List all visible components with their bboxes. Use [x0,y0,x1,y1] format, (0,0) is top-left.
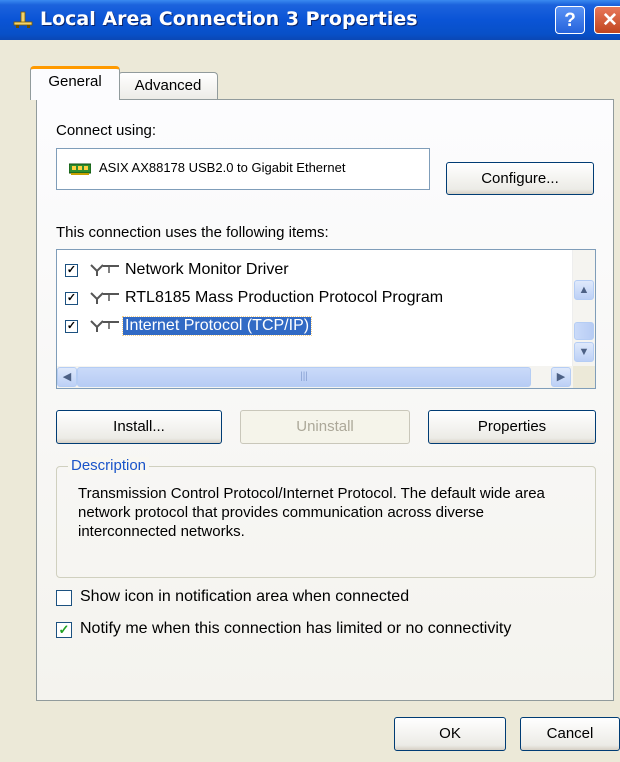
list-item[interactable]: ✓ Internet Protocol (TCP/IP) [65,316,545,339]
help-button[interactable]: ? [555,6,585,34]
item-label: Internet Protocol (TCP/IP) [121,316,313,336]
scroll-left-button[interactable]: ◀ [57,367,77,387]
network-adapter-icon [69,163,91,175]
item-checkbox[interactable]: ✓ [65,320,78,333]
properties-dialog: Local Area Connection 3 Properties ? ✕ G… [0,0,620,762]
items-label: This connection uses the following items… [56,224,329,241]
item-checkbox[interactable]: ✓ [65,292,78,305]
close-button[interactable]: ✕ [594,6,620,34]
vertical-scroll-thumb[interactable] [574,322,594,340]
list-item[interactable]: ✓ Network Monitor Driver [65,261,545,283]
show-icon-checkbox[interactable] [56,590,72,606]
network-component-icon [90,292,119,304]
connect-using-label: Connect using: [56,122,157,139]
install-button[interactable]: Install... [56,410,222,444]
description-text: Transmission Control Protocol/Internet P… [78,485,545,540]
show-icon-label: Show icon in notification area when conn… [80,588,410,605]
item-label: RTL8185 Mass Production Protocol Program [125,289,444,306]
title-bar[interactable]: Local Area Connection 3 Properties ? ✕ [0,0,620,40]
scrollbar-corner [573,366,595,388]
window-title: Local Area Connection 3 Properties [40,8,418,30]
configure-button[interactable]: Configure... [446,162,594,195]
uninstall-button[interactable]: Uninstall [240,410,410,444]
adapter-name: ASIX AX88178 USB2.0 to Gigabit Ethernet [99,160,346,175]
scroll-down-button[interactable]: ▼ [574,342,594,362]
tab-advanced[interactable]: Advanced [118,72,218,100]
adapter-field: ASIX AX88178 USB2.0 to Gigabit Ethernet [56,148,430,190]
ok-button[interactable]: OK [394,717,506,751]
cancel-button[interactable]: Cancel [520,717,620,751]
item-label: Network Monitor Driver [125,261,289,278]
network-component-icon [90,320,119,332]
scroll-right-button[interactable]: ▶ [551,367,571,387]
description-title: Description [68,457,150,474]
properties-button[interactable]: Properties [428,410,596,444]
vertical-scrollbar[interactable]: ▲ ▼ [572,250,595,366]
horizontal-scrollbar[interactable]: ◀ ||| ▶ [57,366,573,388]
components-list[interactable]: ✓ Network Monitor Driver ✓ RTL8185 Mass … [56,249,596,389]
scroll-up-button[interactable]: ▲ [574,280,594,300]
network-connection-icon [13,11,33,28]
notify-label: Notify me when this connection has limit… [80,620,512,637]
network-component-icon [90,264,119,276]
horizontal-scroll-thumb[interactable]: ||| [77,367,531,387]
item-checkbox[interactable]: ✓ [65,264,78,277]
list-item[interactable]: ✓ RTL8185 Mass Production Protocol Progr… [65,289,545,311]
tab-general[interactable]: General [30,66,120,100]
notify-checkbox[interactable]: ✓ [56,622,72,638]
